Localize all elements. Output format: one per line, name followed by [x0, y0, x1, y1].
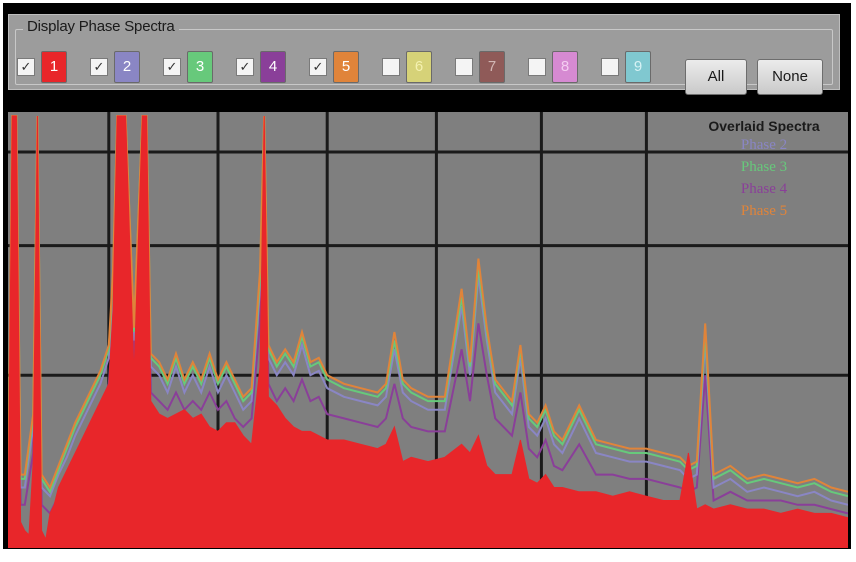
- phase-checkbox-4[interactable]: ✓: [236, 58, 254, 76]
- phase-checkbox-9[interactable]: [601, 58, 619, 76]
- phase-swatch-9[interactable]: 9: [625, 51, 651, 83]
- phase-swatch-1[interactable]: 1: [41, 51, 67, 83]
- legend-entry-1: Phase 2: [740, 137, 788, 153]
- phase-checkbox-5[interactable]: ✓: [309, 58, 327, 76]
- legend-entry-3: Phase 4: [740, 181, 788, 197]
- overlay-legend: Overlaid Spectra Phase 2 Phase 3 Phase 4 Ph…: [684, 118, 844, 222]
- phase-toggle-3: ✓ 3: [163, 51, 215, 85]
- phase-toggle-1: ✓ 1: [17, 51, 69, 85]
- legend-title: Overlaid Spectra: [708, 118, 820, 134]
- phase-toggle-6: 6: [382, 51, 434, 85]
- none-button[interactable]: None: [757, 59, 823, 95]
- phase-checkbox-2[interactable]: ✓: [90, 58, 108, 76]
- phase-toggle-2: ✓ 2: [90, 51, 142, 85]
- all-button[interactable]: All: [685, 59, 747, 95]
- phase-toggle-5: ✓ 5: [309, 51, 361, 85]
- phase-swatch-2[interactable]: 2: [114, 51, 140, 83]
- phase-toggle-8: 8: [528, 51, 580, 85]
- phase-swatch-6[interactable]: 6: [406, 51, 432, 83]
- phase-toggle-4: ✓ 4: [236, 51, 288, 85]
- phase-checkbox-1[interactable]: ✓: [17, 58, 35, 76]
- phase-spectra-panel: Display Phase Spectra ✓ 1 ✓ 2 ✓ 3 ✓ 4 ✓ 5 6 7 8 9 All…: [8, 14, 840, 95]
- phase-toggle-7: 7: [455, 51, 507, 85]
- phase-swatch-4[interactable]: 4: [260, 51, 286, 83]
- phase-toggle-9: 9: [601, 51, 653, 85]
- legend-entries: Phase 2 Phase 3 Phase 4 Phase 5: [684, 134, 844, 222]
- phase-swatch-5[interactable]: 5: [333, 51, 359, 83]
- phase-checkbox-8[interactable]: [528, 58, 546, 76]
- legend-entry-2: Phase 3: [740, 159, 788, 175]
- phase-swatch-8[interactable]: 8: [552, 51, 578, 83]
- spectra-plot[interactable]: Overlaid Spectra Phase 2 Phase 3 Phase 4 Ph…: [8, 112, 848, 548]
- phase-swatch-7[interactable]: 7: [479, 51, 505, 83]
- phase-checkbox-3[interactable]: ✓: [163, 58, 181, 76]
- phase-checkbox-7[interactable]: [455, 58, 473, 76]
- panel-title: Display Phase Spectra: [23, 18, 179, 35]
- phase-swatch-3[interactable]: 3: [187, 51, 213, 83]
- phase-checkbox-6[interactable]: [382, 58, 400, 76]
- legend-entry-4: Phase 5: [740, 203, 788, 219]
